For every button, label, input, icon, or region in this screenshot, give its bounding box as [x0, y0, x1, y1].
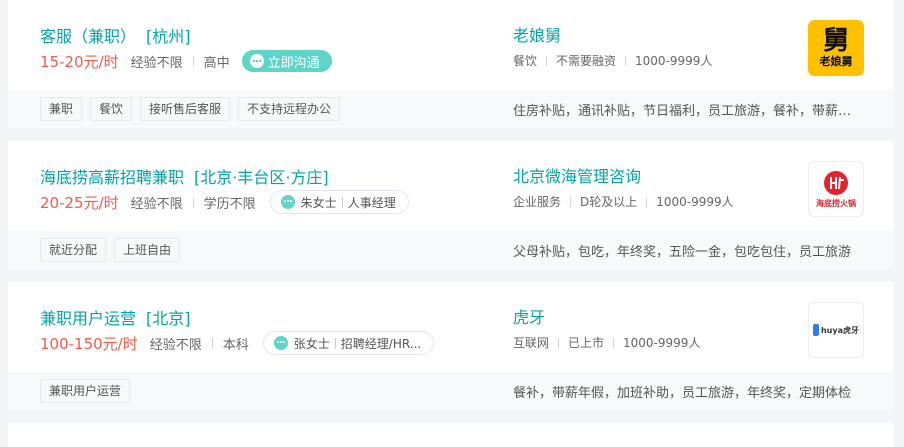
- job-tags: 就近分配 上班自由: [40, 238, 188, 262]
- job-salary: 100-150元/时: [40, 334, 138, 353]
- job-card[interactable]: 兼职用户运营 [北京] 100-150元/时 经验不限 本科 张女士 招聘经理/H…: [8, 282, 894, 410]
- chat-bubble-icon: [280, 195, 295, 209]
- job-tag: 兼职用户运营: [40, 379, 131, 403]
- job-info-row: 20-25元/时 经验不限 学历不限 朱女士 人事经理: [40, 190, 409, 214]
- company-financing: D轮及以上: [580, 195, 638, 209]
- company-size: 1000-9999人: [656, 195, 734, 209]
- logo-glyph: 舅: [822, 26, 849, 56]
- laoniangjiu-logo-icon: 舅 老娘舅: [808, 20, 864, 76]
- recruiter-title: 招聘经理/HR...: [340, 336, 422, 351]
- job-experience: 经验不限: [149, 337, 202, 353]
- job-tag: 上班自由: [114, 238, 181, 262]
- job-title: 兼职用户运营: [40, 309, 137, 328]
- job-card-footer: 兼职用户运营 餐补，带薪年假，加班补助，员工旅游，年终奖，定期体检: [8, 372, 894, 410]
- chat-bubble-icon: [249, 54, 264, 68]
- company-logo[interactable]: 舅 老娘舅: [808, 20, 864, 76]
- haidilao-emblem-icon: [824, 170, 848, 195]
- job-experience: 经验不限: [130, 55, 183, 71]
- company-welfare: 父母补贴，包吃，年终奖，五险一金，包吃包住，员工旅游: [513, 245, 852, 260]
- chat-bubble-icon: [273, 336, 288, 350]
- recruiter-name: 张女士: [293, 336, 330, 351]
- recruiter-chip[interactable]: 朱女士 人事经理: [269, 190, 409, 214]
- company-logo[interactable]: 海底捞火锅: [808, 161, 864, 217]
- job-tags: 兼职 餐饮 接听售后客服 不支持远程办公: [40, 97, 348, 121]
- job-card-primary: 兼职用户运营 [北京] 100-150元/时 经验不限 本科 张女士 招聘经理/H…: [8, 282, 894, 372]
- company-name-link[interactable]: 虎牙: [513, 304, 545, 328]
- divider: [192, 55, 194, 67]
- logo-text: 海底捞火锅: [816, 198, 856, 208]
- job-tags: 兼职用户运营: [40, 379, 138, 403]
- recruiter-name: 朱女士: [300, 195, 337, 210]
- company-financing: 已上市: [568, 336, 605, 350]
- haidilao-logo-icon: 海底捞火锅: [816, 170, 856, 209]
- job-education: 本科: [222, 337, 249, 353]
- divider: [613, 337, 615, 348]
- job-card-primary: 客服（兼职） [杭州] 15-20元/时 经验不限 高中 立即沟通 老娘舅 餐饮 …: [8, 0, 894, 90]
- job-experience: 经验不限: [130, 196, 183, 212]
- job-card-footer: 兼职 餐饮 接听售后客服 不支持远程办公 住房补贴，通讯补贴，节日福利，员工旅游…: [8, 90, 894, 128]
- job-title: 海底捞高薪招聘兼职: [40, 168, 185, 187]
- recruiter-chip[interactable]: 张女士 招聘经理/HR...: [262, 331, 435, 355]
- company-size: 1000-9999人: [623, 336, 701, 350]
- job-tag: 接听售后客服: [140, 97, 231, 121]
- company-name-link[interactable]: 老娘舅: [513, 22, 561, 46]
- chat-now-label: 立即沟通: [267, 55, 320, 71]
- divider: [625, 55, 627, 66]
- company-info: 互联网 已上市 1000-9999人: [513, 334, 700, 351]
- divider: [558, 337, 560, 348]
- job-title-link[interactable]: 客服（兼职） [杭州]: [40, 23, 191, 47]
- company-name-link[interactable]: 北京微海管理咨询: [513, 163, 641, 187]
- divider: [546, 55, 548, 66]
- job-area: [北京·丰台区·方庄]: [194, 168, 329, 187]
- job-area: [杭州]: [146, 27, 191, 46]
- huya-logo-icon: huya虎牙: [812, 324, 859, 336]
- job-education: 学历不限: [203, 196, 256, 212]
- huya-mark-icon: [812, 324, 819, 336]
- company-info: 企业服务 D轮及以上 1000-9999人: [513, 193, 734, 210]
- job-tag: 兼职: [40, 97, 83, 121]
- company-info: 餐饮 不需要融资 1000-9999人: [513, 52, 712, 69]
- job-info-row: 15-20元/时 经验不限 高中 立即沟通: [40, 50, 332, 72]
- job-card[interactable]: 海底捞高薪招聘兼职 [北京·丰台区·方庄] 20-25元/时 经验不限 学历不限 …: [8, 141, 894, 269]
- divider: [192, 196, 194, 208]
- job-card-footer: 就近分配 上班自由 父母补贴，包吃，年终奖，五险一金，包吃包住，员工旅游: [8, 231, 894, 269]
- job-card-partial: [8, 423, 894, 447]
- company-financing: 不需要融资: [556, 54, 617, 68]
- job-info-row: 100-150元/时 经验不限 本科 张女士 招聘经理/HR...: [40, 331, 435, 355]
- job-salary: 15-20元/时: [40, 52, 119, 71]
- divider: [646, 196, 648, 207]
- job-card-primary: 海底捞高薪招聘兼职 [北京·丰台区·方庄] 20-25元/时 经验不限 学历不限 …: [8, 141, 894, 231]
- company-size: 1000-9999人: [635, 54, 713, 68]
- divider: [341, 196, 343, 208]
- company-welfare: 住房补贴，通讯补贴，节日福利，员工旅游，餐补，带薪年假: [513, 104, 858, 119]
- divider: [334, 337, 336, 349]
- divider: [570, 196, 572, 207]
- company-logo[interactable]: huya虎牙: [808, 302, 864, 358]
- company-industry: 互联网: [513, 336, 550, 350]
- recruiter-title: 人事经理: [347, 195, 396, 210]
- job-education: 高中: [203, 55, 230, 71]
- logo-text: huya虎牙: [820, 325, 859, 335]
- job-title-link[interactable]: 海底捞高薪招聘兼职 [北京·丰台区·方庄]: [40, 164, 329, 188]
- chat-now-button[interactable]: 立即沟通: [241, 50, 332, 72]
- job-area: [北京]: [146, 309, 191, 328]
- company-industry: 餐饮: [513, 54, 538, 68]
- job-title-link[interactable]: 兼职用户运营 [北京]: [40, 305, 191, 329]
- divider: [211, 337, 213, 349]
- job-tag: 就近分配: [40, 238, 107, 262]
- job-salary: 20-25元/时: [40, 193, 119, 212]
- logo-text: 老娘舅: [819, 55, 853, 68]
- job-tag: 不支持远程办公: [238, 97, 341, 121]
- company-industry: 企业服务: [513, 195, 562, 209]
- job-tag: 餐饮: [90, 97, 133, 121]
- job-card[interactable]: 客服（兼职） [杭州] 15-20元/时 经验不限 高中 立即沟通 老娘舅 餐饮 …: [8, 0, 894, 128]
- job-title: 客服（兼职）: [40, 27, 137, 46]
- company-welfare: 餐补，带薪年假，加班补助，员工旅游，年终奖，定期体检: [513, 386, 852, 401]
